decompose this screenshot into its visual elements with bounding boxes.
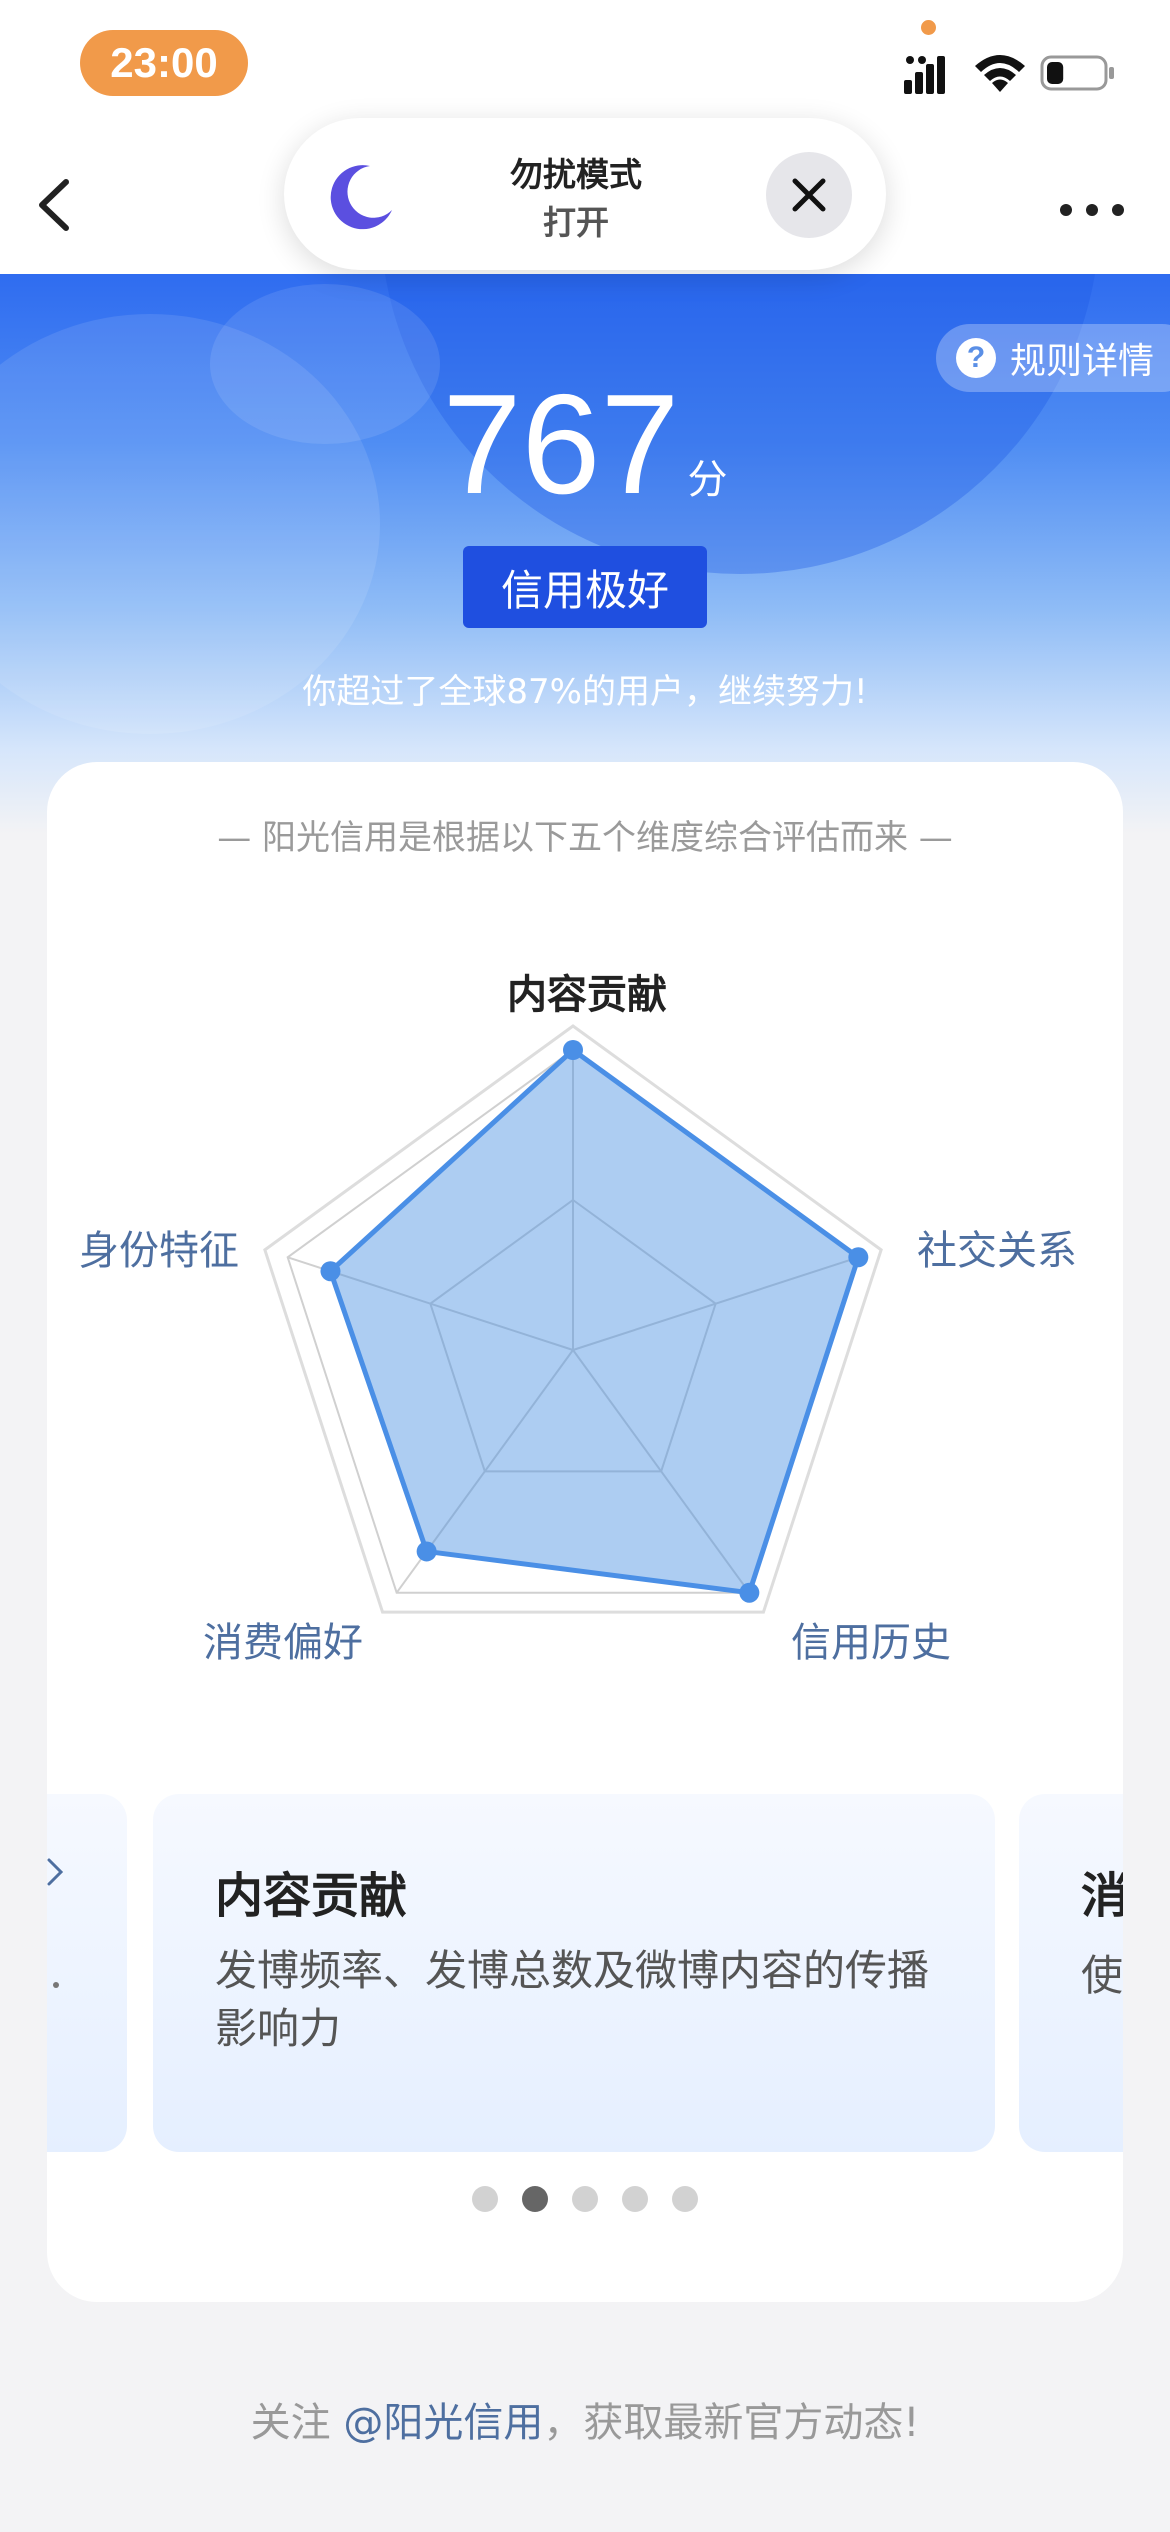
- credit-score: 767: [442, 365, 680, 524]
- status-time: 23:00: [80, 30, 248, 96]
- credit-level-badge: 信用极好: [463, 546, 707, 628]
- pagination-dots: [47, 2186, 1123, 2212]
- radar-axis-label-3: 消费偏好: [203, 1620, 363, 1666]
- pagination-dot-1[interactable]: [472, 2186, 498, 2212]
- radar-axis-label-2: 信用历史: [791, 1620, 951, 1666]
- score-unit: 分: [687, 457, 728, 503]
- radar-axis-label-1: 社交关系: [917, 1228, 1077, 1274]
- signal-icon: [904, 56, 945, 94]
- dimension-card-next[interactable]: 消 使: [1019, 1794, 1123, 2152]
- battery-icon: [1040, 55, 1114, 91]
- radar-point-3: [416, 1541, 437, 1562]
- dnd-banner[interactable]: 勿扰模式 打开: [284, 118, 886, 270]
- dimension-title: 内容贡献: [215, 1868, 408, 1924]
- more-horizontal-icon[interactable]: [1056, 200, 1128, 220]
- credit-dimensions-card: — 阳光信用是根据以下五个维度综合评估而来 — 内容贡献 社交关系 信用历史 消费偏好…: [47, 762, 1123, 2302]
- percentile-text: 你超过了全球87%的用户，继续努力!: [302, 672, 868, 712]
- moon-icon: [330, 165, 392, 230]
- dimension-card-prev[interactable]: [47, 1794, 127, 2152]
- radar-point-2: [739, 1582, 760, 1603]
- pagination-dot-4[interactable]: [622, 2186, 648, 2212]
- text-fragment: [53, 1982, 59, 1988]
- radar-axis-label-0: 内容贡献: [507, 972, 667, 1018]
- pagination-dot-3[interactable]: [572, 2186, 598, 2212]
- dimension-card-current[interactable]: 内容贡献 发博频率、发博总数及微博内容的传播影响力: [153, 1794, 995, 2152]
- help-icon: ?: [956, 338, 996, 378]
- footer-handle-link[interactable]: @阳光信用: [343, 2400, 543, 2446]
- dimension-description: 发博频率、发博总数及微博内容的传播影响力: [215, 1946, 930, 2053]
- footer-suffix: ，获取最新官方动态!: [543, 2400, 920, 2446]
- wifi-icon: [975, 55, 1025, 92]
- score-row: 767 分: [0, 374, 1170, 516]
- radar-series-area: [327, 1047, 861, 1596]
- close-icon: [792, 178, 826, 212]
- score-hero: ? 规则详情 767 分 信用极好 你超过了全球87%的用户，继续努力!: [0, 274, 1170, 834]
- dnd-title: 勿扰模式: [510, 155, 642, 194]
- dimension-title: 消: [1081, 1868, 1123, 1924]
- dimension-description: 使: [1081, 1951, 1123, 2000]
- chevron-right-icon: [47, 1858, 64, 1886]
- radar-point-4: [320, 1261, 341, 1282]
- dnd-close-button[interactable]: [766, 152, 852, 238]
- status-bar: 23:00: [0, 0, 1170, 130]
- chevron-left-icon[interactable]: [28, 170, 84, 240]
- radar-point-1: [848, 1247, 869, 1268]
- pagination-dot-5[interactable]: [672, 2186, 698, 2212]
- footer-text: 关注 @阳光信用，获取最新官方动态!: [0, 2390, 1170, 2448]
- pagination-dot-2[interactable]: [522, 2186, 548, 2212]
- radar-point-0: [563, 1040, 583, 1060]
- camera-indicator-dot: [921, 20, 936, 35]
- dnd-status: 打开: [543, 203, 609, 242]
- footer-prefix: 关注: [250, 2400, 344, 2446]
- radar-axis-label-4: 身份特征: [79, 1228, 239, 1274]
